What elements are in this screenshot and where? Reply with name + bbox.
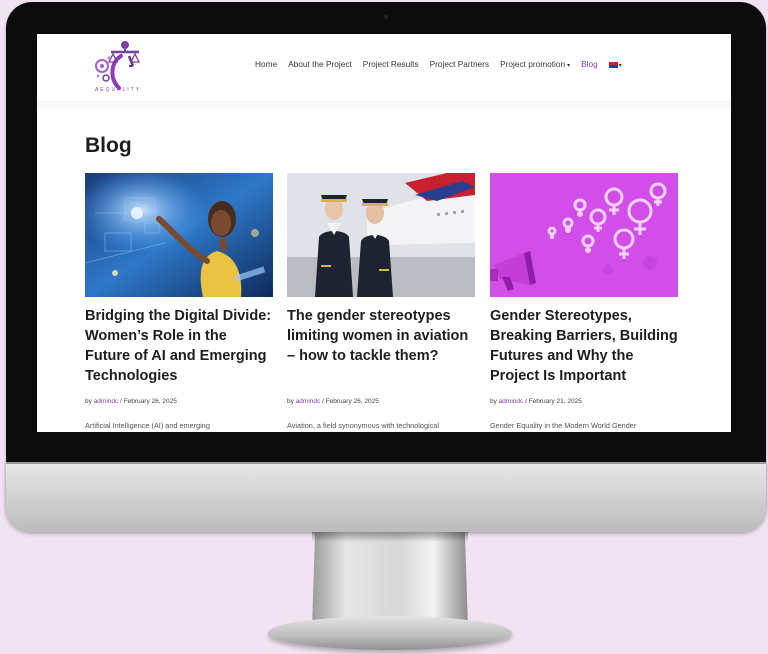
post-thumbnail-gender-symbols[interactable] [490, 173, 678, 297]
monitor-chin [6, 462, 766, 532]
blog-card[interactable]: Bridging the Digital Divide: Women’s Rol… [85, 173, 273, 430]
browser-screen: AEQUALITY Home About the Project Project… [37, 34, 731, 432]
post-author-link[interactable]: admindc [94, 398, 119, 405]
chevron-down-icon: ▾ [618, 63, 622, 69]
post-thumbnail-pilots[interactable] [287, 173, 475, 297]
post-meta: by admindc / February 26, 2025 [85, 398, 177, 405]
blog-card[interactable]: Gender Stereotypes, Breaking Barriers, B… [490, 173, 678, 430]
page-title: Blog [85, 134, 132, 157]
byline-label: by [287, 398, 294, 405]
post-meta: by admindc / February 21, 2025 [490, 398, 582, 405]
byline-label: by [85, 398, 92, 405]
nav-item-partners[interactable]: Project Partners [430, 59, 489, 69]
monitor-stand-neck [312, 532, 468, 628]
byline-label: by [490, 398, 497, 405]
megaphone-venus-illustration [490, 173, 678, 297]
language-switcher[interactable]: ▾ [608, 59, 622, 69]
camera-dot [384, 15, 388, 19]
post-author-link[interactable]: admindc [296, 398, 321, 405]
stand-shadow [312, 532, 468, 542]
post-excerpt: Gender Equality in the Modern World Gend… [490, 421, 637, 430]
monitor-stand-base [268, 616, 512, 650]
header-divider [37, 100, 731, 110]
nav-item-promotion-label: Project promotion [500, 59, 566, 69]
main-navigation: Home About the Project Project Results P… [255, 59, 633, 69]
nav-item-home[interactable]: Home [255, 59, 277, 69]
post-title[interactable]: Bridging the Digital Divide: Women’s Rol… [85, 306, 273, 386]
post-excerpt: Aviation, a field synonymous with techno… [287, 421, 439, 430]
blog-card[interactable]: The gender stereotypes limiting women in… [287, 173, 475, 430]
nav-item-results[interactable]: Project Results [363, 59, 419, 69]
chevron-down-icon: ▾ [567, 63, 571, 69]
post-title[interactable]: The gender stereotypes limiting women in… [287, 306, 475, 366]
post-date: February 21, 2025 [528, 398, 582, 405]
nav-item-promotion[interactable]: Project promotion ▾ [500, 59, 570, 69]
nav-item-blog[interactable]: Blog [581, 59, 598, 69]
post-date: February 26, 2025 [325, 398, 379, 405]
post-excerpt: Artificial Intelligence (AI) and emergin… [85, 421, 210, 430]
post-meta: by admindc / February 26, 2025 [287, 398, 379, 405]
uk-flag-icon [608, 61, 618, 68]
post-title[interactable]: Gender Stereotypes, Breaking Barriers, B… [490, 306, 678, 386]
site-header: AEQUALITY Home About the Project Project… [37, 34, 731, 101]
post-date: February 26, 2025 [123, 398, 177, 405]
pilots-illustration [287, 173, 475, 297]
nav-item-about[interactable]: About the Project [288, 59, 352, 69]
logo-wordmark: AEQUALITY [94, 87, 142, 93]
post-thumbnail-ai-woman[interactable] [85, 173, 273, 297]
post-author-link[interactable]: admindc [499, 398, 524, 405]
ai-woman-illustration [85, 173, 273, 297]
